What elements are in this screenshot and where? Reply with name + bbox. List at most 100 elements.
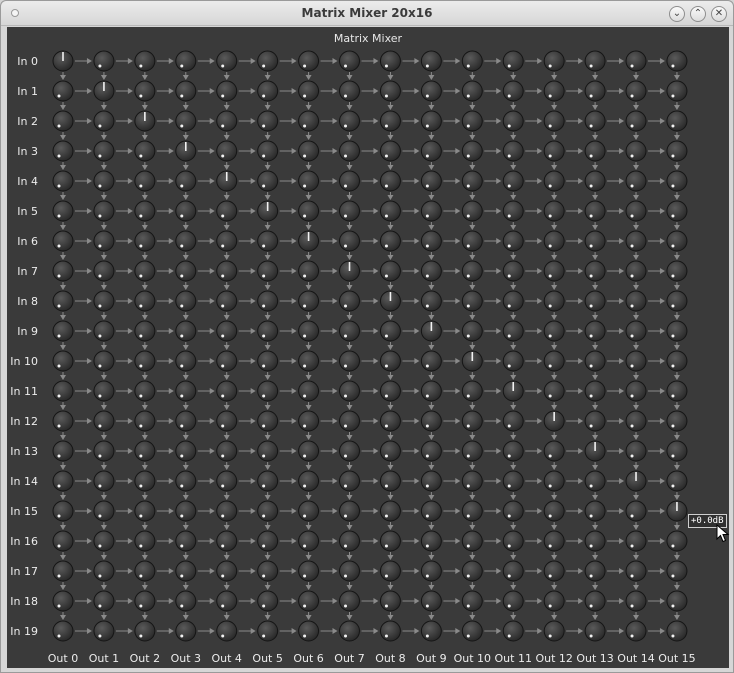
gain-knob[interactable] <box>298 470 320 492</box>
gain-knob[interactable] <box>543 290 565 312</box>
gain-knob[interactable] <box>93 230 115 252</box>
gain-knob[interactable] <box>339 230 361 252</box>
gain-knob[interactable] <box>584 50 606 72</box>
gain-knob[interactable] <box>93 170 115 192</box>
gain-knob[interactable] <box>584 140 606 162</box>
gain-knob[interactable] <box>298 440 320 462</box>
gain-knob[interactable] <box>666 620 688 642</box>
gain-knob[interactable] <box>543 500 565 522</box>
gain-knob[interactable] <box>52 80 74 102</box>
gain-knob[interactable] <box>216 590 238 612</box>
gain-knob[interactable] <box>134 170 156 192</box>
gain-knob[interactable] <box>502 590 524 612</box>
gain-knob[interactable] <box>543 230 565 252</box>
gain-knob[interactable] <box>216 80 238 102</box>
gain-knob[interactable] <box>543 260 565 282</box>
gain-knob[interactable] <box>461 470 483 492</box>
gain-knob[interactable] <box>339 80 361 102</box>
gain-knob[interactable] <box>93 500 115 522</box>
gain-knob[interactable] <box>257 530 279 552</box>
gain-knob[interactable] <box>216 230 238 252</box>
gain-knob[interactable] <box>175 350 197 372</box>
gain-knob[interactable] <box>134 410 156 432</box>
gain-knob[interactable] <box>584 200 606 222</box>
gain-knob[interactable] <box>379 50 401 72</box>
gain-knob[interactable] <box>339 470 361 492</box>
gain-knob[interactable] <box>502 110 524 132</box>
gain-knob[interactable] <box>52 350 74 372</box>
gain-knob[interactable] <box>543 110 565 132</box>
gain-knob[interactable] <box>584 590 606 612</box>
gain-knob[interactable] <box>666 560 688 582</box>
gain-knob[interactable] <box>134 200 156 222</box>
gain-knob[interactable] <box>420 380 442 402</box>
gain-knob[interactable] <box>543 530 565 552</box>
gain-knob[interactable] <box>666 50 688 72</box>
gain-knob[interactable] <box>339 140 361 162</box>
gain-knob[interactable] <box>420 590 442 612</box>
gain-knob[interactable] <box>52 530 74 552</box>
gain-knob[interactable] <box>339 170 361 192</box>
gain-knob[interactable] <box>461 200 483 222</box>
gain-knob[interactable] <box>298 380 320 402</box>
gain-knob[interactable] <box>175 200 197 222</box>
gain-knob[interactable] <box>584 80 606 102</box>
gain-knob[interactable] <box>52 500 74 522</box>
gain-knob[interactable] <box>502 170 524 192</box>
gain-knob[interactable] <box>666 200 688 222</box>
gain-knob[interactable] <box>257 620 279 642</box>
gain-knob[interactable] <box>175 260 197 282</box>
gain-knob[interactable] <box>543 590 565 612</box>
gain-knob[interactable] <box>666 140 688 162</box>
gain-knob[interactable] <box>420 260 442 282</box>
gain-knob[interactable] <box>584 320 606 342</box>
gain-knob[interactable] <box>298 140 320 162</box>
gain-knob[interactable] <box>257 560 279 582</box>
gain-knob[interactable] <box>625 530 647 552</box>
gain-knob[interactable] <box>379 80 401 102</box>
gain-knob[interactable] <box>502 230 524 252</box>
gain-knob[interactable] <box>52 200 74 222</box>
gain-knob[interactable] <box>257 440 279 462</box>
gain-knob[interactable] <box>339 500 361 522</box>
gain-knob[interactable] <box>216 530 238 552</box>
gain-knob[interactable] <box>420 290 442 312</box>
gain-knob[interactable] <box>175 560 197 582</box>
gain-knob[interactable] <box>175 320 197 342</box>
gain-knob[interactable] <box>52 590 74 612</box>
gain-knob[interactable] <box>134 290 156 312</box>
gain-knob[interactable] <box>379 530 401 552</box>
gain-knob[interactable] <box>502 560 524 582</box>
gain-knob[interactable] <box>379 560 401 582</box>
gain-knob[interactable] <box>257 320 279 342</box>
gain-knob[interactable] <box>420 560 442 582</box>
gain-knob[interactable] <box>134 140 156 162</box>
gain-knob[interactable] <box>666 530 688 552</box>
gain-knob[interactable] <box>216 290 238 312</box>
gain-knob[interactable] <box>52 170 74 192</box>
gain-knob[interactable] <box>625 560 647 582</box>
gain-knob[interactable] <box>461 170 483 192</box>
gain-knob[interactable] <box>502 410 524 432</box>
gain-knob[interactable] <box>543 380 565 402</box>
gain-knob[interactable] <box>420 140 442 162</box>
gain-knob[interactable] <box>584 230 606 252</box>
gain-knob[interactable] <box>175 620 197 642</box>
gain-knob[interactable] <box>216 320 238 342</box>
gain-knob[interactable] <box>216 440 238 462</box>
gain-knob[interactable] <box>420 230 442 252</box>
gain-knob[interactable] <box>175 380 197 402</box>
gain-knob[interactable] <box>584 560 606 582</box>
gain-knob[interactable] <box>52 410 74 432</box>
gain-knob[interactable] <box>625 50 647 72</box>
gain-knob[interactable] <box>584 410 606 432</box>
gain-knob[interactable] <box>52 140 74 162</box>
gain-knob[interactable] <box>625 380 647 402</box>
gain-knob[interactable] <box>52 620 74 642</box>
gain-knob[interactable] <box>52 440 74 462</box>
gain-knob[interactable] <box>625 230 647 252</box>
gain-knob[interactable] <box>93 620 115 642</box>
gain-knob[interactable] <box>502 620 524 642</box>
gain-knob[interactable] <box>379 470 401 492</box>
gain-knob[interactable] <box>134 380 156 402</box>
